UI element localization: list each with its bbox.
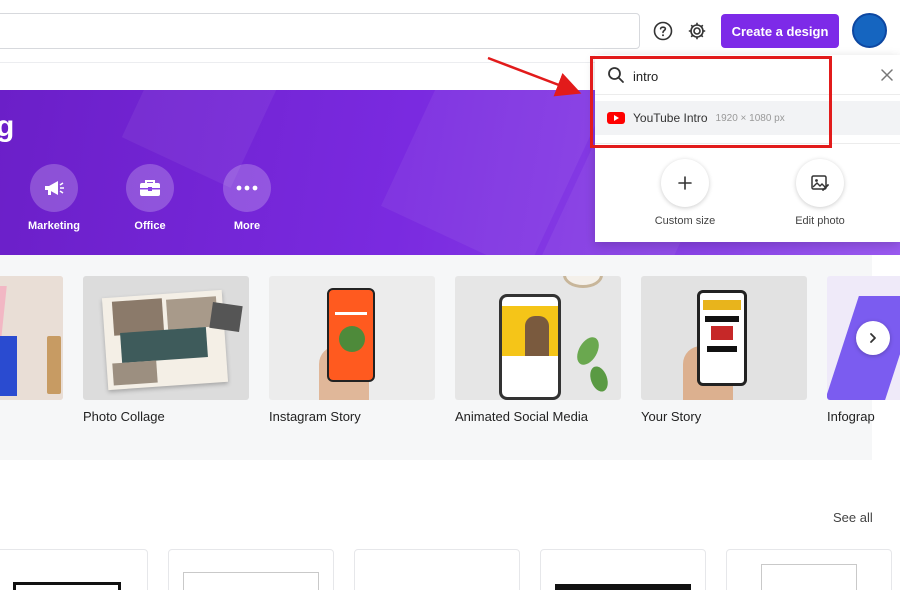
annotation-arrow [487, 56, 582, 97]
page: Create a design g Marketing Office More … [0, 0, 900, 590]
